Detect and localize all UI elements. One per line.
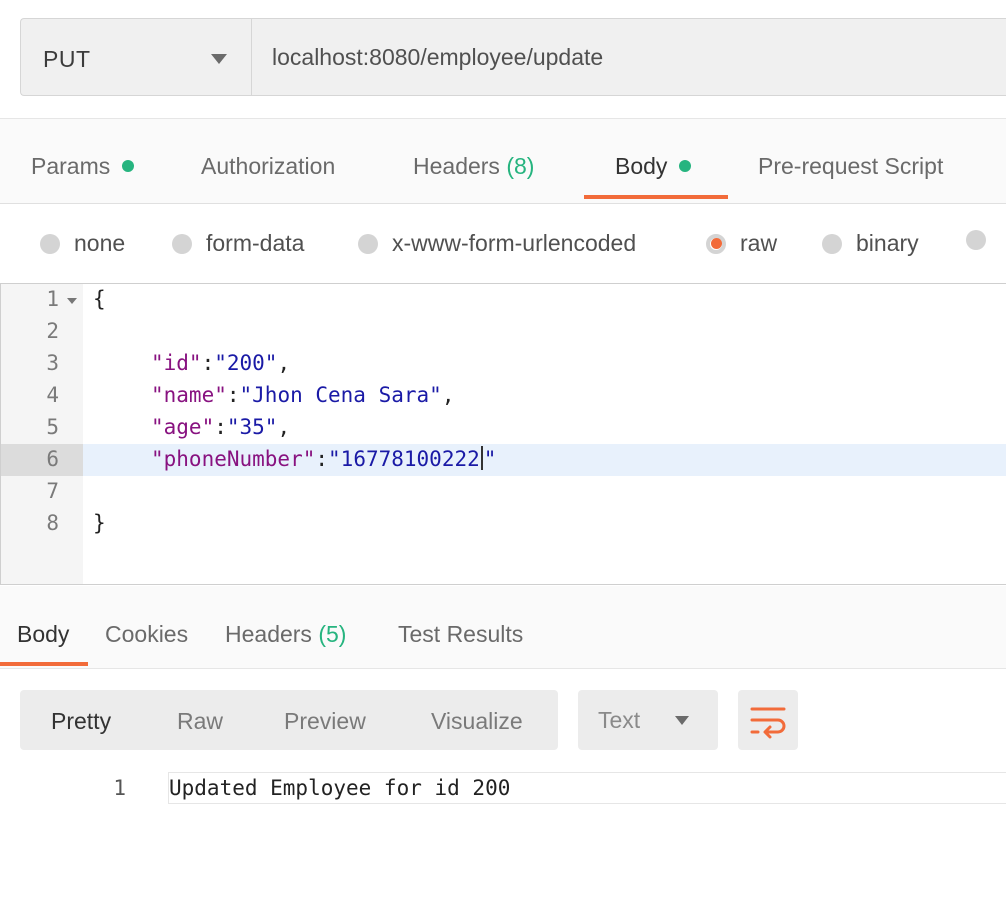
- line-number: 2: [46, 319, 59, 343]
- tab-authorization-label: Authorization: [201, 153, 336, 179]
- active-tab-underline: [584, 195, 728, 199]
- view-preview-button[interactable]: Preview: [284, 708, 366, 735]
- view-pretty-button[interactable]: Pretty: [51, 708, 111, 735]
- response-body[interactable]: Updated Employee for id 200: [168, 772, 1006, 804]
- tab-headers-label: Headers: [413, 153, 500, 179]
- format-select[interactable]: Text: [578, 690, 718, 750]
- code-line: "name":"Jhon Cena Sara",: [151, 383, 455, 407]
- chevron-down-icon: [675, 716, 689, 725]
- json-value: "16778100222: [328, 447, 480, 471]
- json-key: "name": [151, 383, 227, 407]
- format-select-label: Text: [598, 707, 641, 733]
- tab-body-label: Body: [615, 153, 668, 179]
- body-status-dot-icon: [679, 159, 692, 172]
- tab-body[interactable]: Body: [615, 153, 692, 180]
- response-text: Updated Employee for id 200: [169, 776, 511, 800]
- json-comma: ,: [277, 351, 291, 375]
- radio-urlencoded[interactable]: x-www-form-urlencoded: [358, 230, 636, 257]
- tab-prerequest-label: Pre-request Script: [758, 153, 944, 179]
- radio-binary-label: binary: [856, 230, 919, 256]
- json-value: "35": [226, 415, 278, 439]
- response-headers-count: (5): [318, 621, 347, 647]
- radio-form-data-label: form-data: [206, 230, 305, 256]
- response-tab-headers[interactable]: Headers (5): [225, 621, 346, 648]
- radio-circle-icon: [172, 233, 192, 254]
- json-value: "200": [214, 351, 278, 375]
- method-label: PUT: [43, 46, 91, 72]
- code-line: "age":"35",: [151, 415, 291, 439]
- view-visualize-button[interactable]: Visualize: [431, 708, 523, 735]
- response-headers-label: Headers: [225, 621, 312, 647]
- json-value-end: ": [483, 447, 497, 471]
- wrap-lines-icon: [750, 707, 786, 739]
- fold-arrow-icon[interactable]: [67, 298, 77, 304]
- code-line: "phoneNumber":"16778100222 ": [151, 446, 497, 471]
- radio-circle-icon: [822, 233, 842, 254]
- line-number: 4: [46, 383, 59, 407]
- response-tab-test-results[interactable]: Test Results: [398, 621, 523, 648]
- json-value: "Jhon Cena Sara": [239, 383, 442, 407]
- radio-raw-label: raw: [740, 230, 778, 256]
- json-comma: ,: [441, 383, 455, 407]
- response-line-number: 1: [113, 776, 126, 800]
- request-body-editor[interactable]: 1 2 3 4 5 6 7 8 { "id":"200", "name":"Jh…: [0, 283, 1006, 585]
- json-key: "phoneNumber": [151, 447, 316, 471]
- headers-count: (8): [506, 153, 535, 179]
- response-tab-body[interactable]: Body: [17, 621, 69, 648]
- response-active-underline: [0, 662, 88, 666]
- line-number: 1: [46, 287, 59, 311]
- line-number: 7: [46, 479, 59, 503]
- tab-authorization[interactable]: Authorization: [201, 153, 335, 180]
- url-input[interactable]: localhost:8080/employee/update: [251, 18, 1006, 96]
- radio-form-data[interactable]: form-data: [172, 230, 304, 257]
- tab-prerequest-script[interactable]: Pre-request Script: [758, 153, 943, 180]
- tab-params[interactable]: Params: [31, 153, 135, 180]
- chevron-down-icon: [211, 54, 227, 64]
- radio-binary[interactable]: binary: [822, 230, 919, 257]
- line-number: 5: [46, 415, 59, 439]
- radio-urlencoded-label: x-www-form-urlencoded: [392, 230, 637, 256]
- code-line: "id":"200",: [151, 351, 291, 375]
- text-cursor: [480, 446, 483, 470]
- radio-circle-icon: [40, 233, 60, 254]
- code-open-brace: {: [93, 287, 106, 311]
- radio-raw[interactable]: raw: [706, 230, 777, 257]
- radio-none[interactable]: none: [40, 230, 125, 257]
- line-number: 3: [46, 351, 59, 375]
- method-select[interactable]: PUT: [20, 18, 251, 96]
- radio-selected-icon: [706, 233, 726, 254]
- json-key: "age": [151, 415, 215, 439]
- line-number: 6: [46, 447, 59, 471]
- radio-circle-icon: [966, 230, 986, 250]
- params-status-dot-icon: [122, 159, 135, 172]
- url-text: localhost:8080/employee/update: [272, 44, 604, 70]
- response-tab-cookies[interactable]: Cookies: [105, 621, 188, 648]
- json-key: "id": [151, 351, 202, 375]
- tab-params-label: Params: [31, 153, 111, 179]
- radio-none-label: none: [74, 230, 126, 256]
- code-close-brace: }: [93, 511, 106, 535]
- wrap-lines-button[interactable]: [738, 690, 798, 750]
- response-view-toggle: Pretty Raw Preview Visualize: [20, 690, 558, 750]
- radio-circle-icon: [358, 233, 378, 254]
- tab-headers[interactable]: Headers (8): [413, 153, 534, 180]
- radio-graphql[interactable]: [966, 230, 1000, 250]
- json-comma: ,: [277, 415, 291, 439]
- line-number: 8: [46, 511, 59, 535]
- view-raw-button[interactable]: Raw: [177, 708, 223, 735]
